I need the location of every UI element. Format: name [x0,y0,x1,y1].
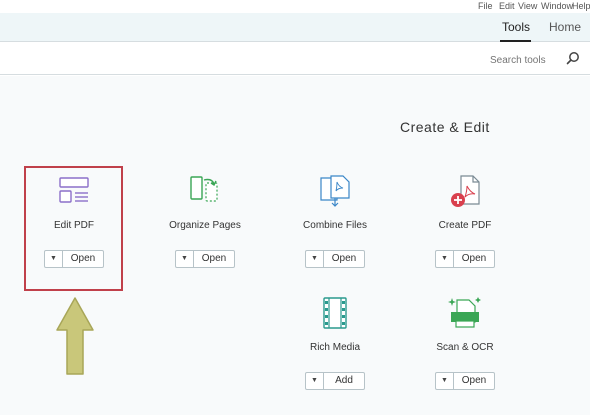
menu-item-window[interactable]: Window [541,1,573,11]
search-icon[interactable] [566,51,580,65]
tool-scan-ocr[interactable]: Scan & OCR ▼ Open [417,294,513,390]
pointer-arrow-icon [56,297,94,375]
tool-label: Organize Pages [169,220,241,231]
search-input[interactable] [490,52,558,68]
combine-files-icon [320,175,350,207]
open-combine-files-button[interactable]: ▼ Open [305,250,365,268]
open-organize-pages-button[interactable]: ▼ Open [175,250,235,268]
tool-create-pdf[interactable]: Create PDF ▼ Open [417,172,513,268]
edit-pdf-highlight-box [24,166,123,291]
open-scan-ocr-button[interactable]: ▼ Open [435,372,495,390]
search-bar [0,43,590,75]
tool-label: Combine Files [303,220,367,231]
menu-item-help[interactable]: Help [572,1,590,11]
tab-tools[interactable]: Tools [502,20,530,34]
section-title: Create & Edit [400,119,490,135]
tool-combine-files[interactable]: Combine Files ▼ Open [287,172,383,268]
dropdown-arrow-icon[interactable]: ▼ [306,373,324,389]
dropdown-arrow-icon[interactable]: ▼ [306,251,324,267]
dropdown-arrow-icon[interactable]: ▼ [436,373,454,389]
tab-home[interactable]: Home [549,20,581,34]
menu-item-edit[interactable]: Edit [499,1,515,11]
scan-ocr-icon [448,297,481,328]
create-pdf-icon [451,175,480,207]
menu-bar: File Edit View Window Help [0,0,590,13]
organize-pages-icon [190,176,218,202]
menu-item-file[interactable]: File [478,1,493,11]
tool-organize-pages[interactable]: Organize Pages ▼ Open [157,172,253,268]
dropdown-arrow-icon[interactable]: ▼ [436,251,454,267]
tool-rich-media[interactable]: Rich Media ▼ Add [287,294,383,390]
dropdown-arrow-icon[interactable]: ▼ [176,251,194,267]
tool-label: Scan & OCR [436,342,494,353]
menu-item-view[interactable]: View [518,1,537,11]
add-rich-media-button[interactable]: ▼ Add [305,372,365,390]
tool-label: Create PDF [438,220,492,231]
tool-label: Rich Media [309,342,361,353]
active-tab-indicator [500,40,531,42]
rich-media-icon [323,297,347,329]
open-create-pdf-button[interactable]: ▼ Open [435,250,495,268]
tab-bar: Home Tools [0,13,590,42]
